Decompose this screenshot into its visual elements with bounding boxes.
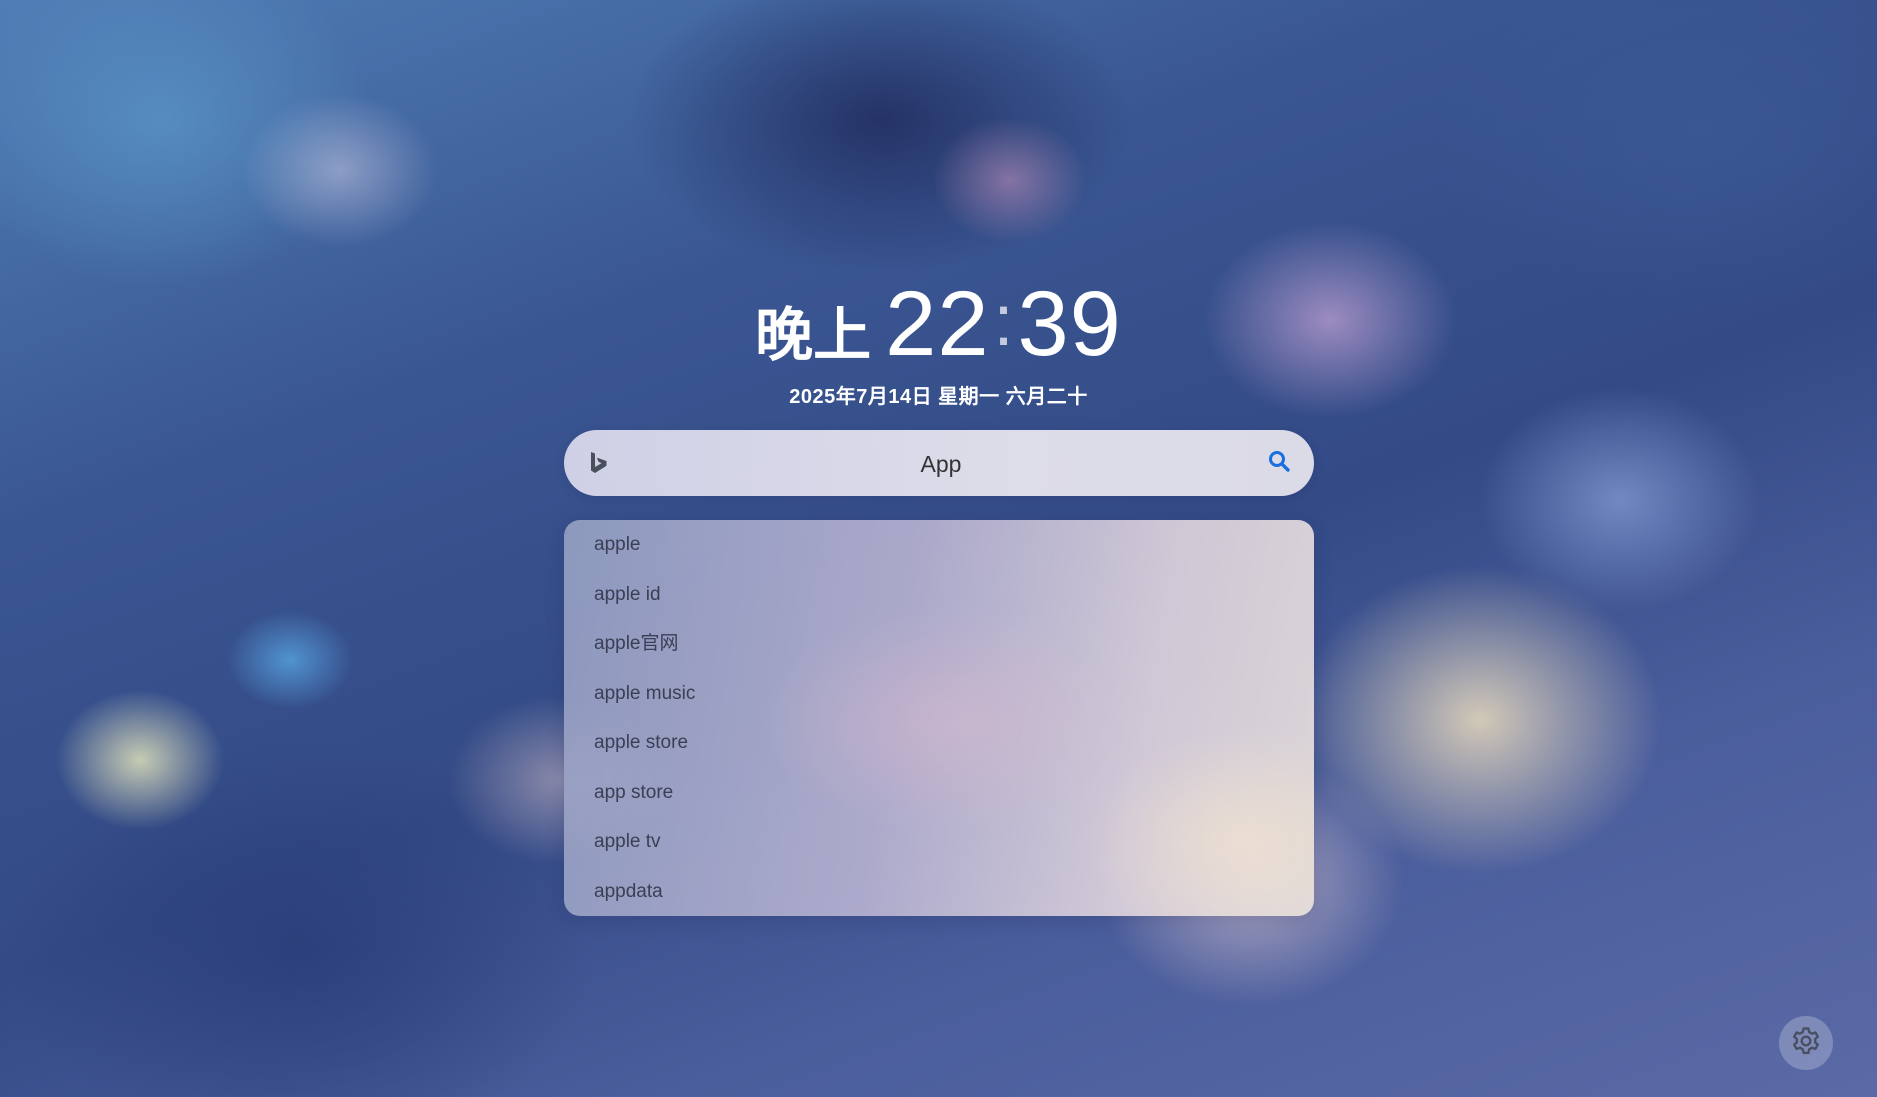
bing-icon[interactable] <box>586 450 612 476</box>
date-line: 2025年7月14日 星期一 六月二十 <box>789 386 1088 408</box>
search-bar <box>564 430 1314 498</box>
clock-period: 晚上 <box>755 303 872 368</box>
search-input[interactable] <box>634 430 1248 498</box>
suggestion-item[interactable]: apple music <box>564 669 1314 718</box>
clock-colon: : <box>993 281 1014 361</box>
settings-button[interactable] <box>1779 1016 1833 1070</box>
gear-icon <box>1790 1025 1822 1062</box>
search-suggestions: apple apple id apple官网 apple music apple… <box>564 520 1314 916</box>
clock-hours: 22 <box>885 273 990 375</box>
suggestion-item[interactable]: apple官网 <box>564 619 1314 668</box>
clock: 晚上 22:39 <box>0 272 1877 377</box>
clock-minutes: 39 <box>1017 273 1122 375</box>
suggestion-item[interactable]: apple tv <box>564 817 1314 866</box>
suggestion-item[interactable]: app store <box>564 768 1314 817</box>
suggestion-item[interactable]: appdata <box>564 867 1314 916</box>
new-tab-page: 晚上22:39 2025年7月14日 星期一 六月二十 apple apple … <box>0 0 1877 1097</box>
suggestion-item[interactable]: apple <box>564 520 1314 569</box>
suggestion-item[interactable]: apple store <box>564 718 1314 767</box>
search-button[interactable] <box>1262 446 1296 480</box>
search-icon <box>1267 449 1291 478</box>
suggestion-item[interactable]: apple id <box>564 570 1314 619</box>
